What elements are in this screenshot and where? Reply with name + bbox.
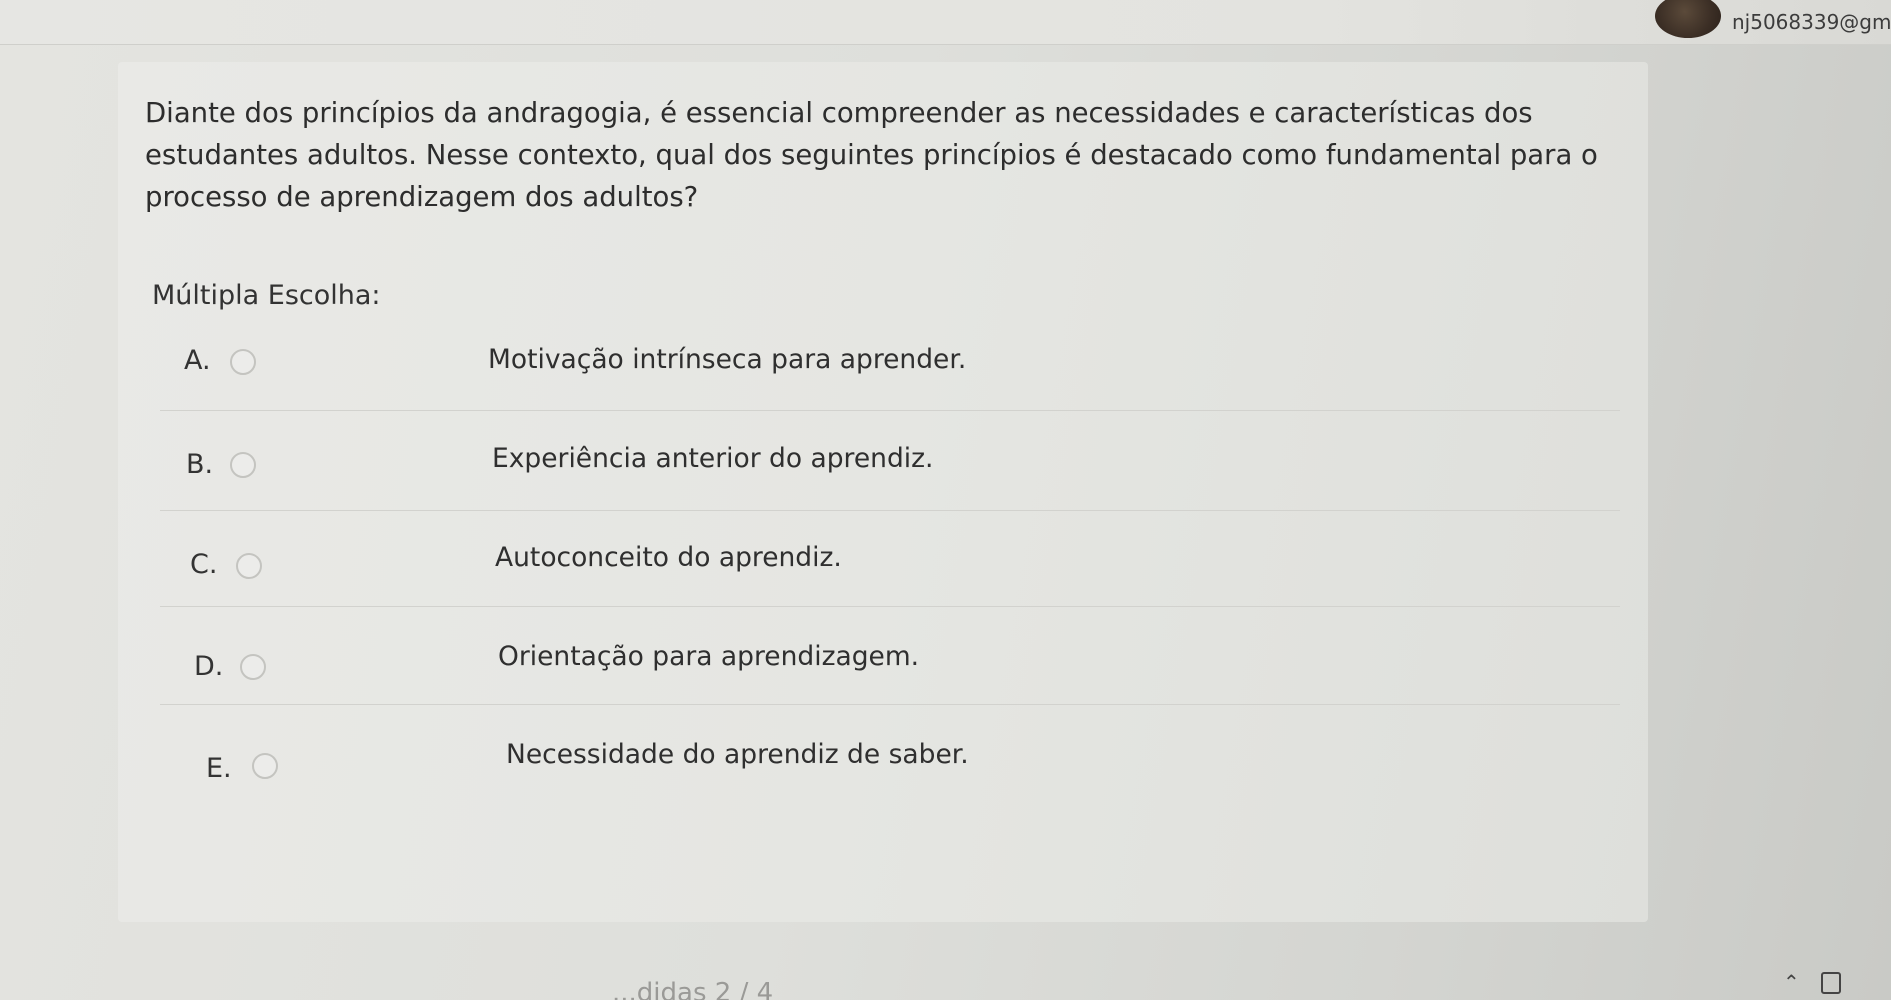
option-d-radio[interactable] bbox=[240, 654, 266, 680]
chevron-up-icon[interactable]: ⌃ bbox=[1783, 970, 1800, 994]
option-e-letter: E. bbox=[206, 753, 232, 784]
question-progress: ...didas 2 / 4 bbox=[612, 978, 774, 1000]
option-c-letter: C. bbox=[190, 549, 218, 580]
option-a[interactable]: A. Motivação intrínseca para aprender. bbox=[160, 320, 1620, 416]
option-d[interactable]: D. Orientação para aprendizagem. bbox=[160, 606, 1620, 703]
option-e-radio[interactable] bbox=[252, 753, 278, 779]
option-c-radio[interactable] bbox=[236, 553, 262, 579]
option-a-radio[interactable] bbox=[230, 349, 256, 375]
system-tray: ⌃ bbox=[1771, 966, 1891, 1000]
option-d-text: Orientação para aprendizagem. bbox=[498, 641, 920, 672]
question-type-label: Múltipla Escolha: bbox=[152, 280, 381, 311]
option-c[interactable]: C. Autoconceito do aprendiz. bbox=[160, 510, 1620, 607]
option-b-letter: B. bbox=[186, 449, 214, 480]
option-a-text: Motivação intrínseca para aprender. bbox=[488, 344, 967, 375]
user-email: nj5068339@gma bbox=[1732, 10, 1891, 34]
option-b-text: Experiência anterior do aprendiz. bbox=[492, 443, 934, 474]
option-b-radio[interactable] bbox=[230, 452, 256, 478]
option-d-letter: D. bbox=[194, 651, 224, 682]
option-e[interactable]: E. Necessidade do aprendiz de saber. bbox=[160, 704, 1620, 801]
option-b[interactable]: B. Experiência anterior do aprendiz. bbox=[160, 410, 1620, 507]
option-a-letter: A. bbox=[184, 345, 211, 376]
screen: nj5068339@gma Diante dos princípios da a… bbox=[0, 0, 1891, 1000]
user-avatar[interactable] bbox=[1655, 0, 1721, 38]
top-bar: nj5068339@gma bbox=[0, 0, 1891, 45]
question-text: Diante dos princípios da andragogia, é e… bbox=[145, 97, 1598, 213]
tray-app-icon[interactable] bbox=[1821, 972, 1841, 994]
option-c-text: Autoconceito do aprendiz. bbox=[495, 542, 842, 573]
option-e-text: Necessidade do aprendiz de saber. bbox=[506, 739, 969, 770]
